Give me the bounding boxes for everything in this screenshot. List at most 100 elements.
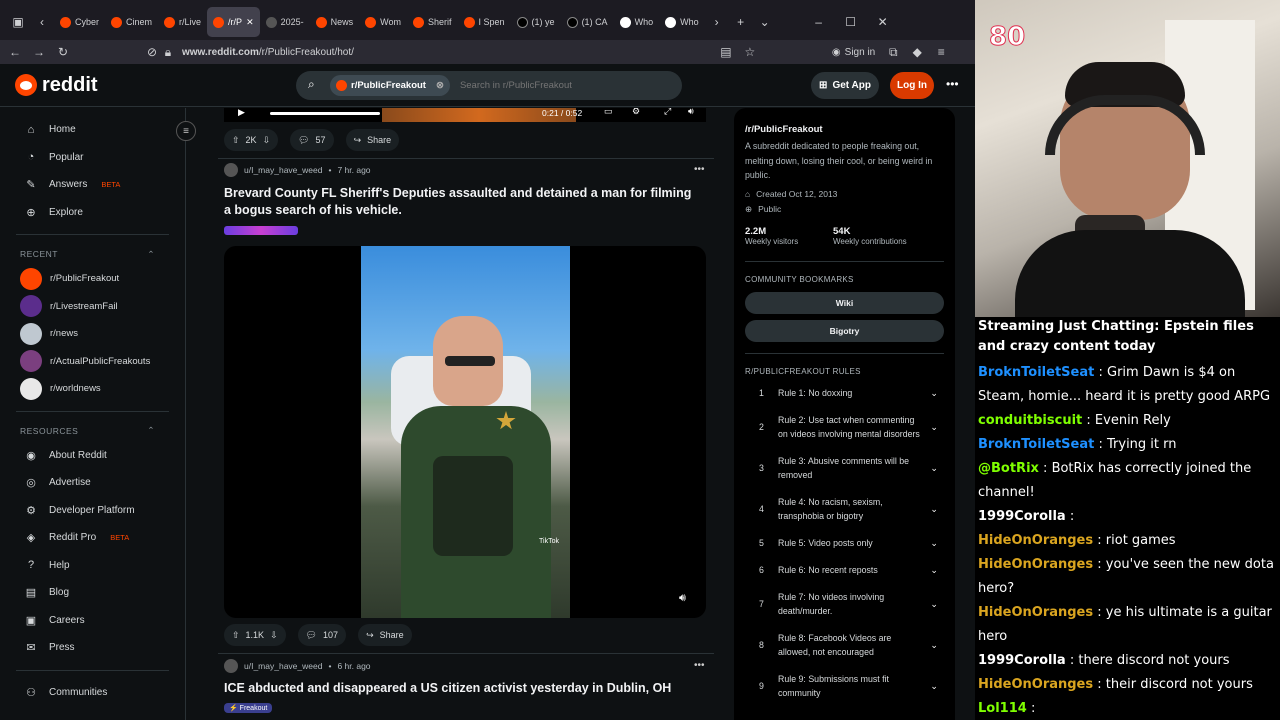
browser-tab[interactable]: Sherif [407, 7, 458, 37]
resource-link[interactable]: ▣ Careers [0, 607, 185, 635]
captions-icon[interactable]: ▭ [604, 108, 613, 117]
mute-icon[interactable]: 🔊︎ [679, 592, 686, 605]
tab-close-icon[interactable]: ✕ [246, 17, 254, 28]
share-button[interactable]: ↪ Share [345, 129, 400, 151]
downvote-icon[interactable]: ⇩ [270, 630, 278, 641]
chat-username[interactable]: 1999Corolla [978, 653, 1066, 668]
settings-gear-icon[interactable]: ⚙ [632, 108, 640, 117]
resource-link[interactable]: ▤ Blog [0, 579, 185, 607]
post-author[interactable]: u/I_may_have_weed [244, 661, 322, 671]
bookmark-star-icon[interactable]: ☆ [738, 45, 762, 59]
browser-tab[interactable]: Wom [359, 7, 407, 37]
nav-communities[interactable]: ⚇ Communities [0, 679, 185, 707]
resource-link[interactable]: ⚙ Developer Platform [0, 497, 185, 525]
resource-link[interactable]: ◎ Advertise [0, 469, 185, 497]
play-icon[interactable]: ▶ [238, 108, 245, 118]
recent-section-header[interactable]: RECENT ⌃ [0, 243, 185, 265]
upvote-icon[interactable]: ⇧ [232, 630, 240, 641]
rule-item[interactable]: 3 Rule 3: Abusive comments will be remove… [745, 448, 944, 489]
resources-section-header[interactable]: RESOURCES ⌃ [0, 420, 185, 442]
extensions-icon[interactable]: ⧉ [881, 45, 905, 60]
rule-item[interactable]: 5 Rule 5: Video posts only ⌄ [745, 530, 944, 557]
rule-item[interactable]: 8 Rule 8: Facebook Videos are allowed, no… [745, 625, 944, 666]
maximize-icon[interactable]: ☐ [839, 15, 863, 29]
chat-username[interactable]: Lol114 [978, 701, 1027, 716]
chat-username[interactable]: 1999Corolla [978, 509, 1066, 524]
reload-icon[interactable]: ↻ [51, 45, 75, 59]
sidebar-toggle-icon[interactable]: ≡ [176, 121, 196, 141]
recent-community[interactable]: r/PublicFreakout [0, 265, 185, 293]
browser-tab[interactable]: (1) ye [511, 7, 561, 37]
chat-username[interactable]: conduitbiscuit [978, 413, 1082, 428]
more-options-icon[interactable]: ••• [946, 77, 959, 91]
post-title[interactable]: Brevard County FL Sheriff's Deputies ass… [224, 185, 694, 218]
nav-popular[interactable]: ◔ Popular [0, 144, 185, 172]
browser-tab[interactable]: Who [659, 7, 705, 37]
chip-close-icon[interactable]: ⊗ [436, 80, 444, 91]
browser-tab[interactable]: News [310, 7, 360, 37]
rule-item[interactable]: 1 Rule 1: No doxxing ⌄ [745, 380, 944, 407]
forward-icon[interactable]: → [27, 45, 51, 59]
rule-item[interactable]: 2 Rule 2: Use tact when commenting on vid… [745, 407, 944, 448]
post-flair[interactable]: ⚡ Freakout [224, 703, 273, 713]
share-button[interactable]: ↪ Share [358, 624, 412, 646]
browser-tab[interactable]: Cinem [105, 7, 158, 37]
bookmark-bigotry-button[interactable]: Bigotry [745, 319, 944, 342]
search-bar[interactable]: ⌕ r/PublicFreakout ⊗ [296, 71, 682, 100]
tab-scroll-right-icon[interactable]: › [705, 15, 729, 29]
user-avatar[interactable] [224, 163, 238, 177]
browser-tab[interactable]: Who [614, 7, 660, 37]
search-input[interactable] [459, 80, 660, 91]
reddit-logo[interactable]: reddit [15, 74, 98, 97]
rule-item[interactable]: 6 Rule 6: No recent reposts ⌄ [745, 557, 944, 584]
subreddit-search-chip[interactable]: r/PublicFreakout ⊗ [330, 75, 450, 96]
browser-tab[interactable]: r/Live [158, 7, 207, 37]
post-title[interactable]: ICE abducted and disappeared a US citize… [224, 680, 694, 697]
resource-link[interactable]: ◉ About Reddit [0, 442, 185, 470]
progress-bar[interactable] [270, 112, 380, 115]
url-bar[interactable]: www.reddit.com/r/PublicFreakout/hot/ [182, 47, 354, 58]
chat-username[interactable]: HideOnOranges [978, 533, 1093, 548]
resource-link[interactable]: ? Help [0, 552, 185, 580]
post-options-icon[interactable]: ••• [694, 660, 705, 671]
post-author[interactable]: u/I_may_have_weed [244, 165, 322, 175]
get-app-button[interactable]: ⊞ Get App [811, 72, 879, 99]
upvote-icon[interactable]: ⇧ [232, 135, 240, 146]
recent-community[interactable]: r/news [0, 320, 185, 348]
comments-button[interactable]: 💬︎ 57 [290, 129, 334, 151]
fullscreen-icon[interactable]: ⤢ [664, 108, 671, 117]
close-window-icon[interactable]: ✕ [871, 15, 895, 29]
nav-answers[interactable]: ✎ Answers BETA [0, 171, 185, 199]
reader-view-icon[interactable]: ▤ [714, 45, 738, 59]
rule-item[interactable]: 4 Rule 4: No racism, sexism, transphobia … [745, 489, 944, 530]
recent-community[interactable]: r/worldnews [0, 375, 185, 403]
nav-explore[interactable]: ⊕ Explore [0, 199, 185, 227]
addon-icon[interactable]: ◆ [905, 45, 929, 59]
browser-tab[interactable]: 2025- [260, 7, 310, 37]
recent-community[interactable]: r/ActualPublicFreakouts [0, 348, 185, 376]
browser-tab[interactable]: /r/P ✕ [207, 7, 260, 37]
nav-home[interactable]: ⌂ Home [0, 116, 185, 144]
rule-item[interactable]: 7 Rule 7: No videos involving death/murde… [745, 584, 944, 625]
chat-username[interactable]: HideOnOranges [978, 557, 1093, 572]
tab-list-chevron-icon[interactable]: ⌄ [753, 15, 777, 29]
back-icon[interactable]: ← [3, 45, 27, 59]
chat-username[interactable]: BroknToiletSeat [978, 365, 1094, 380]
chat-username[interactable]: HideOnOranges [978, 677, 1093, 692]
chat-username[interactable]: HideOnOranges [978, 605, 1093, 620]
minimize-icon[interactable]: – [807, 15, 831, 29]
browser-tab[interactable]: (1) CA [561, 7, 614, 37]
comments-button[interactable]: 💬︎ 107 [297, 624, 347, 646]
user-avatar[interactable] [224, 659, 238, 673]
chat-username[interactable]: @BotRix [978, 461, 1039, 476]
volume-icon[interactable]: 🔊︎ [688, 108, 694, 117]
menu-icon[interactable]: ≡ [929, 45, 953, 59]
post-options-icon[interactable]: ••• [694, 164, 705, 175]
log-in-button[interactable]: Log In [890, 72, 934, 99]
tab-overview-icon[interactable]: ▣ [6, 15, 30, 29]
browser-tab[interactable]: Cyber [54, 7, 105, 37]
new-tab-icon[interactable]: + [729, 15, 753, 29]
rule-item[interactable]: 9 Rule 9: Submissions must fit community ⌄ [745, 666, 944, 707]
chat-username[interactable]: BroknToiletSeat [978, 437, 1094, 452]
video-player[interactable]: TikTok 🔊︎ [224, 246, 706, 618]
